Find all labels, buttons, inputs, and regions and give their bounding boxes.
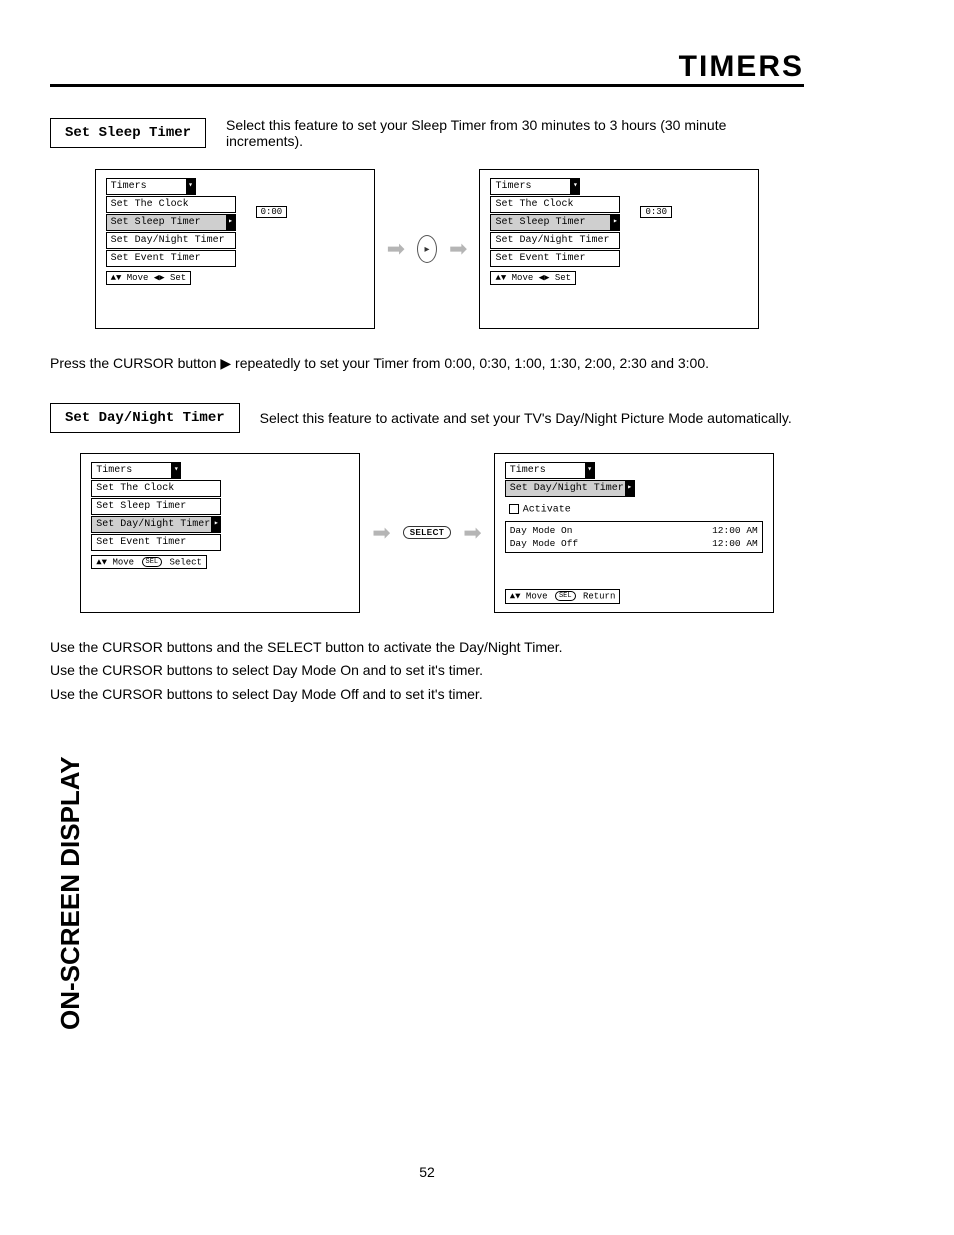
- cursor-button-icon: ▸: [417, 235, 437, 263]
- arrow-down-icon: ▾: [186, 178, 196, 195]
- osd-screen: Timers▾ Set Day/Night Timer▸ Activate Da…: [494, 453, 774, 613]
- hint-bar: ▲▼ Move ◀▶ Set: [490, 271, 576, 285]
- page-number: 52: [50, 1164, 804, 1180]
- menu-item-selected: Set Day/Night Timer▸: [91, 516, 221, 533]
- day-mode-off-label: Day Mode Off: [510, 538, 578, 549]
- menu-title: Timers▾: [91, 462, 181, 479]
- arrow-right-icon: ▸: [610, 214, 620, 231]
- menu-item: Set The Clock: [490, 196, 620, 213]
- arrow-right-icon: ▸: [226, 214, 236, 231]
- menu-title: Timers▾: [490, 178, 580, 195]
- menu-item: Set The Clock: [91, 480, 221, 497]
- section-label-daynight: Set Day/Night Timer: [50, 403, 240, 433]
- activate-label: Activate: [523, 504, 571, 515]
- page-title: TIMERS: [50, 50, 804, 84]
- day-mode-on-label: Day Mode On: [510, 525, 573, 536]
- day-mode-off-time: 12:00 AM: [712, 538, 758, 549]
- menu-item: Set Event Timer: [490, 250, 620, 267]
- timer-value: 0:30: [640, 206, 672, 218]
- day-mode-on-time: 12:00 AM: [712, 525, 758, 536]
- arrow-right-icon: ➡: [463, 520, 481, 546]
- osd-screen: Timers▾ Set The Clock Set Sleep Timer▸ 0…: [95, 169, 375, 329]
- arrow-down-icon: ▾: [171, 462, 181, 479]
- menu-title: Timers▾: [505, 462, 595, 479]
- hint-bar: ▲▼ Move ◀▶ Set: [106, 271, 192, 285]
- daynight-timer-screens: Timers▾ Set The Clock Set Sleep Timer Se…: [50, 453, 804, 613]
- menu-item-selected: Set Day/Night Timer▸: [505, 480, 635, 497]
- section-label-sleep: Set Sleep Timer: [50, 118, 206, 148]
- instruction-text: Use the CURSOR buttons to select Day Mod…: [50, 685, 804, 705]
- menu-item-selected: Set Sleep Timer▸: [490, 214, 620, 231]
- select-button-icon: SELECT: [403, 526, 452, 539]
- menu-item: Set Day/Night Timer: [106, 232, 236, 249]
- sidebar-section-label: ON-SCREEN DISPLAY: [55, 756, 86, 1030]
- instruction-text: Use the CURSOR buttons and the SELECT bu…: [50, 638, 804, 658]
- menu-item: Set Event Timer: [106, 250, 236, 267]
- menu-item: Set Event Timer: [91, 534, 221, 551]
- menu-item: Set Sleep Timer: [91, 498, 221, 515]
- section-desc-sleep: Select this feature to set your Sleep Ti…: [226, 117, 804, 149]
- arrow-right-icon: ➡: [372, 520, 390, 546]
- arrow-right-icon: ▸: [211, 516, 221, 533]
- osd-screen: Timers▾ Set The Clock Set Sleep Timer▸ 0…: [479, 169, 759, 329]
- arrow-right-icon: ➡: [387, 236, 405, 262]
- menu-item: Set Day/Night Timer: [490, 232, 620, 249]
- hint-bar: ▲▼ Move SEL Return: [505, 589, 621, 603]
- arrow-down-icon: ▾: [570, 178, 580, 195]
- section-desc-daynight: Select this feature to activate and set …: [260, 410, 792, 426]
- arrow-right-icon: ▸: [625, 480, 635, 497]
- checkbox-icon: [509, 504, 519, 514]
- daynight-settings: Day Mode On 12:00 AM Day Mode Off 12:00 AM: [505, 521, 763, 553]
- menu-item: Set The Clock: [106, 196, 236, 213]
- instruction-text: Press the CURSOR button ▶ repeatedly to …: [50, 354, 804, 374]
- menu-item-selected: Set Sleep Timer▸: [106, 214, 236, 231]
- sleep-timer-screens: Timers▾ Set The Clock Set Sleep Timer▸ 0…: [50, 169, 804, 329]
- arrow-right-icon: ➡: [449, 236, 467, 262]
- timer-value: 0:00: [256, 206, 288, 218]
- menu-title: Timers▾: [106, 178, 196, 195]
- arrow-down-icon: ▾: [585, 462, 595, 479]
- hint-bar: ▲▼ Move SEL Select: [91, 555, 207, 569]
- instruction-text: Use the CURSOR buttons to select Day Mod…: [50, 661, 804, 681]
- osd-screen: Timers▾ Set The Clock Set Sleep Timer Se…: [80, 453, 360, 613]
